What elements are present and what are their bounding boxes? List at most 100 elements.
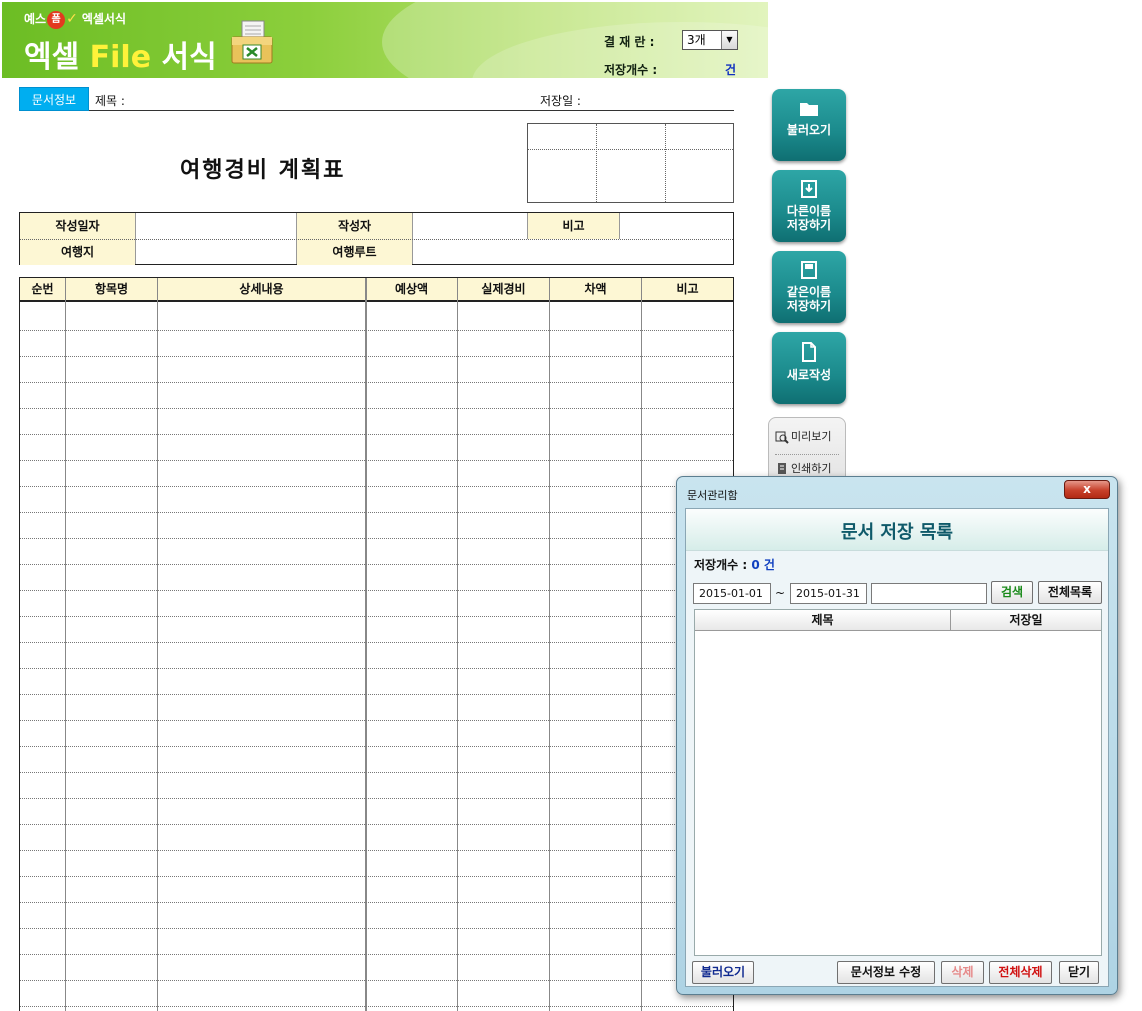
table-row[interactable]: [20, 512, 733, 513]
approval-box[interactable]: [527, 123, 734, 203]
save-as-button[interactable]: 다른이름 저장하기: [772, 170, 846, 242]
table-row[interactable]: [20, 538, 733, 539]
dialog-heading: 문서 저장 목록: [841, 522, 953, 543]
save-as-label-1: 다른이름: [786, 204, 832, 218]
save-count-unit: 건: [725, 63, 737, 77]
table-row[interactable]: [20, 798, 733, 799]
table-row[interactable]: [20, 850, 733, 851]
print-label: 인쇄하기: [791, 462, 832, 475]
info-label-author: 작성자: [297, 213, 412, 239]
table-row[interactable]: [20, 434, 733, 435]
app-window: 예스 폼 ✓ 엑셀서식 엑셀 File 서식 결 재 란 : 3개 ▼ 저장개수 : …: [0, 0, 1142, 1011]
approval-select-value: 3개: [687, 33, 706, 47]
table-row[interactable]: [20, 1006, 733, 1007]
grid-header-saved-date[interactable]: 저장일: [951, 610, 1101, 631]
brand-small-left: 예스: [24, 12, 47, 26]
folder-icon: [800, 103, 818, 116]
table-row[interactable]: [20, 486, 733, 487]
search-button[interactable]: 검색: [991, 581, 1033, 604]
save-label-1: 같은이름: [786, 285, 832, 299]
preview-button[interactable]: 미리보기: [775, 426, 843, 448]
dialog-save-count: 저장개수 : 0 건: [694, 556, 775, 573]
save-icon: [801, 261, 817, 279]
expense-table-header: 순번 항목명 상세내용 예상액 실제경비 차액 비고: [20, 278, 733, 302]
table-row[interactable]: [20, 668, 733, 669]
table-row[interactable]: [20, 980, 733, 981]
date-to-input[interactable]: 2015-01-31: [790, 583, 867, 604]
brand-small-right: 엑셀서식: [81, 12, 126, 26]
info-divider: [527, 213, 528, 239]
edit-docinfo-button[interactable]: 문서정보 수정: [837, 961, 935, 984]
chevron-down-icon[interactable]: ▼: [721, 31, 737, 49]
table-row[interactable]: [20, 590, 733, 591]
save-count-label: 저장개수 :: [604, 63, 658, 77]
table-row[interactable]: [20, 772, 733, 773]
docinfo-underline: [89, 110, 734, 111]
new-document-icon: [802, 342, 816, 362]
dialog-close-icon[interactable]: x: [1064, 480, 1110, 499]
info-label-note: 비고: [528, 213, 619, 239]
info-value-author-date[interactable]: [136, 213, 296, 239]
date-range-tilde: ~: [775, 586, 786, 600]
brand-check-icon: ✓: [66, 11, 78, 27]
table-row[interactable]: [20, 694, 733, 695]
info-table: 작성일자 작성자 비고 여행지 여행루트: [19, 212, 734, 265]
approval-divider: [528, 149, 733, 150]
info-divider: [619, 213, 620, 239]
load-button[interactable]: 불러오기: [772, 89, 846, 161]
docinfo-tag: 문서정보: [19, 87, 89, 111]
delete-button[interactable]: 삭제: [941, 961, 984, 984]
table-row[interactable]: [20, 642, 733, 643]
approval-select[interactable]: 3개 ▼: [682, 30, 738, 50]
info-label-destination: 여행지: [20, 239, 135, 265]
table-row[interactable]: [20, 746, 733, 747]
delete-all-button[interactable]: 전체삭제: [989, 961, 1052, 984]
col-header-difference: 차액: [584, 282, 607, 296]
grid-header-title[interactable]: 제목: [695, 610, 951, 631]
info-value-note[interactable]: [620, 213, 733, 239]
brand-title-file: File: [89, 40, 152, 75]
save-as-label-2: 저장하기: [786, 218, 832, 232]
brand-title: 엑셀 File 서식: [24, 32, 217, 76]
info-row-divider: [20, 239, 733, 240]
dialog-close-button[interactable]: 닫기: [1059, 961, 1099, 984]
keyword-input[interactable]: [871, 583, 987, 604]
saved-documents-grid[interactable]: 제목 저장일: [694, 609, 1102, 956]
date-from-input[interactable]: 2015-01-01: [693, 583, 771, 604]
table-row[interactable]: [20, 460, 733, 461]
approval-divider: [596, 124, 597, 202]
expense-table: 순번 항목명 상세내용 예상액 실제경비 차액 비고: [19, 277, 734, 1011]
print-icon: [778, 463, 786, 474]
save-button[interactable]: 같은이름 저장하기: [772, 251, 846, 323]
info-value-route[interactable]: [413, 239, 733, 265]
table-row[interactable]: [20, 616, 733, 617]
info-value-author[interactable]: [413, 213, 527, 239]
col-header-estimate: 예상액: [394, 282, 429, 296]
dialog-count-value: 0 건: [751, 558, 775, 572]
dialog-load-button[interactable]: 불러오기: [692, 961, 754, 984]
all-list-button[interactable]: 전체목록: [1038, 581, 1102, 604]
table-row[interactable]: [20, 330, 733, 331]
brand-title-a: 엑셀: [24, 40, 80, 75]
load-button-label: 불러오기: [786, 123, 832, 137]
approval-divider: [665, 124, 666, 202]
header-banner: 예스 폼 ✓ 엑셀서식 엑셀 File 서식 결 재 란 : 3개 ▼ 저장개수 : …: [2, 2, 768, 78]
info-label-route: 여행루트: [297, 239, 412, 265]
table-row[interactable]: [20, 408, 733, 409]
col-header-no: 순번: [31, 282, 54, 296]
table-row[interactable]: [20, 902, 733, 903]
new-document-label: 새로작성: [786, 368, 832, 382]
table-row[interactable]: [20, 382, 733, 383]
table-row[interactable]: [20, 954, 733, 955]
table-row[interactable]: [20, 356, 733, 357]
table-row[interactable]: [20, 928, 733, 929]
info-value-destination[interactable]: [136, 239, 296, 265]
table-row[interactable]: [20, 876, 733, 877]
approval-label: 결 재 란 :: [604, 35, 655, 49]
preview-label: 미리보기: [791, 430, 832, 443]
table-row[interactable]: [20, 824, 733, 825]
table-row[interactable]: [20, 564, 733, 565]
table-row[interactable]: [20, 720, 733, 721]
new-document-button[interactable]: 새로작성: [772, 332, 846, 404]
col-header-actual: 실제경비: [481, 282, 526, 296]
